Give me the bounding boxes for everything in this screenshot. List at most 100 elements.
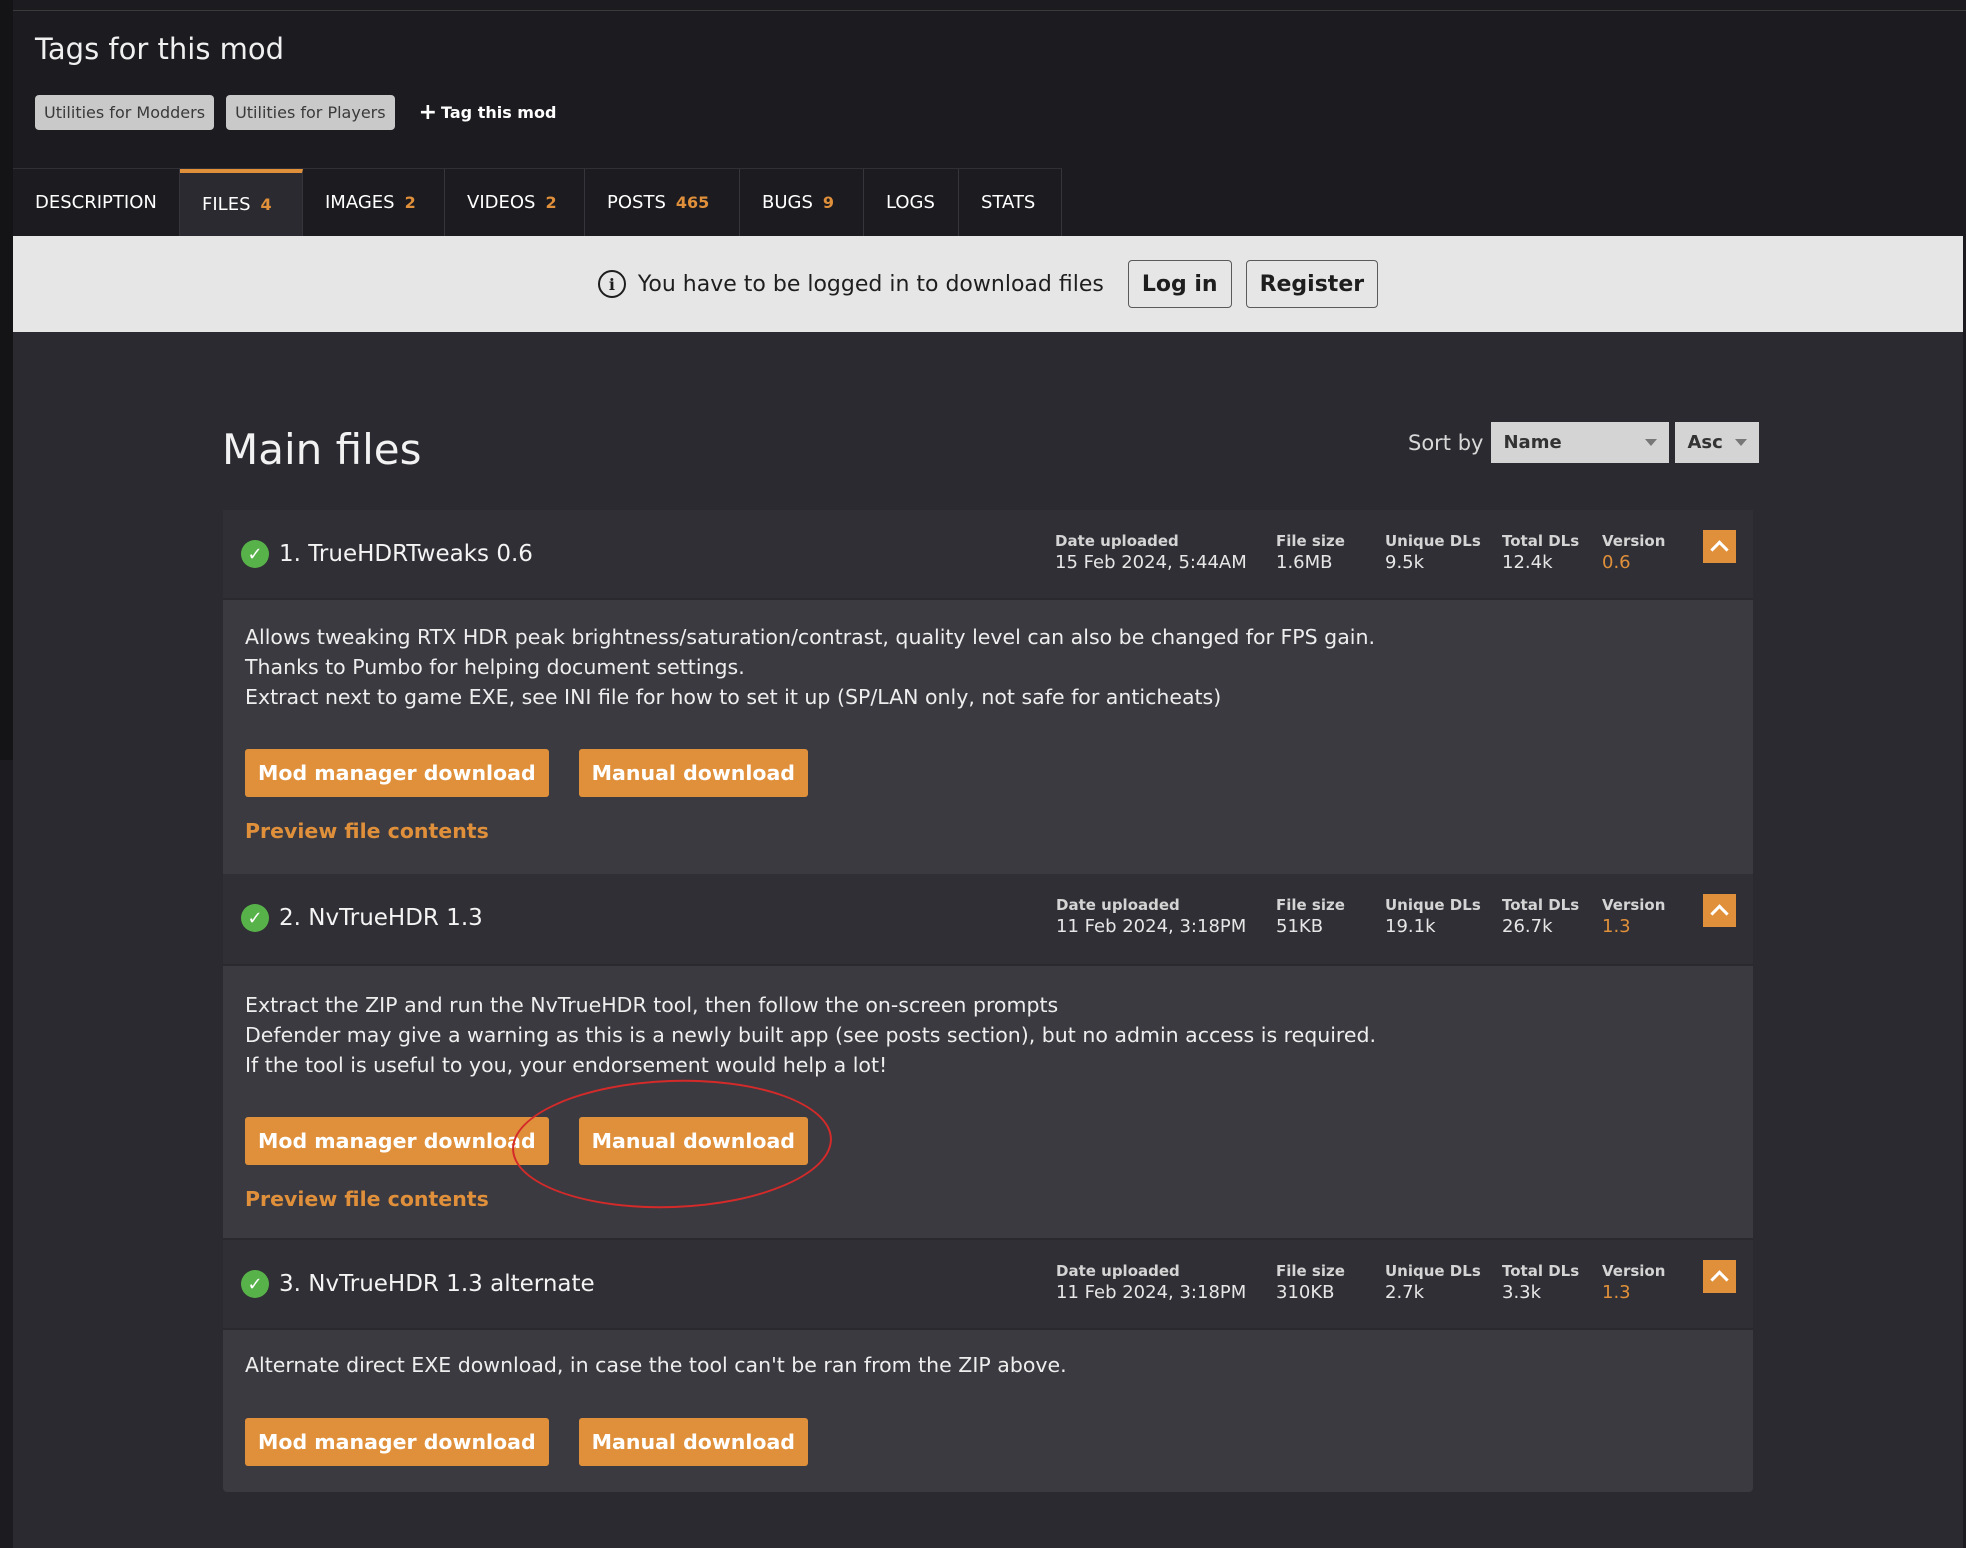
tab-bugs[interactable]: BUGS 9 (740, 169, 864, 236)
chevron-up-icon (1710, 904, 1729, 923)
collapse-button[interactable] (1703, 1260, 1736, 1293)
stat-label: Unique DLs (1385, 896, 1481, 914)
tab-count: 2 (545, 193, 557, 212)
file-header[interactable]: ✓ 1. TrueHDRTweaks 0.6 Date uploaded 15 F… (223, 510, 1753, 600)
sort-order-select[interactable]: Asc (1675, 422, 1760, 463)
stat-date: Date uploaded 11 Feb 2024, 3:18PM (1056, 1262, 1246, 1303)
file-description: Alternate direct EXE download, in case t… (245, 1350, 1731, 1380)
tab-label: STATS (981, 192, 1036, 213)
tab-files[interactable]: FILES 4 (180, 169, 303, 236)
manual-download-button[interactable]: Manual download (578, 749, 808, 797)
manual-download-button[interactable]: Manual download (578, 1418, 808, 1466)
stat-value: 0.6 (1602, 552, 1631, 573)
stat-value: 51KB (1276, 916, 1324, 937)
file-header[interactable]: ✓ 2. NvTrueHDR 1.3 Date uploaded 11 Feb 2… (223, 874, 1753, 966)
tab-logs[interactable]: LOGS (864, 169, 959, 236)
stat-value: 310KB (1276, 1282, 1335, 1303)
stat-value: 11 Feb 2024, 3:18PM (1056, 916, 1247, 937)
tag-utilities-players[interactable]: Utilities for Players (226, 95, 395, 130)
tab-posts[interactable]: POSTS 465 (585, 169, 740, 236)
stat-value: 1.3 (1602, 1282, 1631, 1303)
tab-label: LOGS (886, 192, 935, 213)
stat-value: 2.7k (1385, 1282, 1425, 1303)
sort-field-value: Name (1503, 432, 1562, 453)
stat-value: 12.4k (1502, 552, 1553, 573)
file-body: Extract the ZIP and run the NvTrueHDR to… (223, 966, 1753, 1211)
desc-line: Thanks to Pumbo for helping document set… (245, 655, 745, 679)
stat-version: Version 1.3 (1602, 896, 1665, 937)
stat-version: Version 1.3 (1602, 1262, 1665, 1303)
file-entry: ✓ 3. NvTrueHDR 1.3 alternate Date upload… (223, 1240, 1753, 1492)
stat-size: File size 1.6MB (1276, 532, 1345, 573)
desc-line: Allows tweaking RTX HDR peak brightness/… (245, 625, 1375, 649)
file-body: Alternate direct EXE download, in case t… (223, 1330, 1753, 1466)
stat-date: Date uploaded 11 Feb 2024, 3:18PM (1056, 896, 1246, 937)
tab-label: DESCRIPTION (35, 192, 157, 213)
stat-value: 15 Feb 2024, 5:44AM (1055, 552, 1247, 573)
preview-file-contents-link[interactable]: Preview file contents (245, 819, 1731, 843)
stat-label: Total DLs (1502, 1262, 1580, 1280)
preview-file-contents-link[interactable]: Preview file contents (245, 1187, 1731, 1211)
stat-unique: Unique DLs 19.1k (1385, 896, 1481, 937)
tag-utilities-modders[interactable]: Utilities for Modders (35, 95, 215, 130)
collapse-button[interactable] (1703, 530, 1736, 563)
login-required-banner: i You have to be logged in to download f… (13, 236, 1963, 332)
login-message: i You have to be logged in to download f… (597, 270, 1104, 298)
chevron-up-icon (1710, 540, 1729, 559)
file-title: ✓ 1. TrueHDRTweaks 0.6 (241, 510, 533, 598)
tab-label: POSTS (607, 192, 666, 213)
stat-label: Total DLs (1502, 896, 1580, 914)
left-strip (0, 0, 13, 760)
download-buttons: Mod manager download Manual download (245, 1418, 1731, 1466)
tab-stats[interactable]: STATS (959, 169, 1062, 236)
login-message-text: You have to be logged in to download fil… (637, 271, 1104, 297)
sort-controls: Sort by Name Asc (1408, 422, 1760, 463)
stat-size: File size 310KB (1276, 1262, 1345, 1303)
collapse-button[interactable] (1703, 894, 1736, 927)
tab-count: 465 (675, 193, 710, 212)
stat-unique: Unique DLs 9.5k (1385, 532, 1481, 573)
stat-value: 3.3k (1502, 1282, 1542, 1303)
stat-label: File size (1276, 896, 1345, 914)
tab-description[interactable]: DESCRIPTION (13, 169, 180, 236)
login-button[interactable]: Log in (1127, 260, 1232, 308)
file-entry: ✓ 2. NvTrueHDR 1.3 Date uploaded 11 Feb 2… (223, 874, 1753, 1240)
mod-manager-download-button[interactable]: Mod manager download (245, 1117, 549, 1165)
stat-value: 1.3 (1602, 916, 1631, 937)
sort-label: Sort by (1408, 430, 1484, 455)
tags-title: Tags for this mod (35, 32, 285, 66)
stat-value: 11 Feb 2024, 3:18PM (1056, 1282, 1247, 1303)
tab-label: IMAGES (325, 192, 395, 213)
mod-manager-download-button[interactable]: Mod manager download (245, 749, 549, 797)
check-icon: ✓ (241, 1270, 269, 1298)
sort-field-select[interactable]: Name (1491, 422, 1670, 463)
stat-label: Date uploaded (1056, 1262, 1180, 1280)
mod-manager-download-button[interactable]: Mod manager download (245, 1418, 549, 1466)
file-name: 1. TrueHDRTweaks 0.6 (279, 541, 533, 567)
sort-order-value: Asc (1687, 432, 1723, 453)
file-name: 3. NvTrueHDR 1.3 alternate (279, 1271, 595, 1297)
stat-value: 1.6MB (1276, 552, 1333, 573)
stat-value: 26.7k (1502, 916, 1553, 937)
file-title: ✓ 3. NvTrueHDR 1.3 alternate (241, 1240, 595, 1328)
tab-images[interactable]: IMAGES 2 (303, 169, 445, 236)
stat-label: Date uploaded (1056, 896, 1180, 914)
file-description: Allows tweaking RTX HDR peak brightness/… (245, 622, 1731, 712)
register-button[interactable]: Register (1245, 260, 1379, 308)
stat-label: Version (1602, 1262, 1666, 1280)
file-title: ✓ 2. NvTrueHDR 1.3 (241, 874, 483, 962)
download-buttons: Mod manager download Manual download (245, 1117, 1731, 1165)
plus-icon: + (418, 100, 438, 125)
stat-label: Version (1602, 896, 1666, 914)
tab-videos[interactable]: VIDEOS 2 (445, 169, 585, 236)
info-icon: i (597, 270, 626, 298)
chevron-up-icon (1710, 1270, 1729, 1289)
file-header[interactable]: ✓ 3. NvTrueHDR 1.3 alternate Date upload… (223, 1240, 1753, 1330)
tag-this-mod-button[interactable]: + Tag this mod (418, 100, 557, 125)
stat-total: Total DLs 12.4k (1502, 532, 1579, 573)
check-icon: ✓ (241, 540, 269, 568)
stat-total: Total DLs 3.3k (1502, 1262, 1579, 1303)
tab-label: VIDEOS (467, 192, 536, 213)
tab-count: 2 (404, 193, 416, 212)
tab-label: FILES (202, 194, 251, 215)
